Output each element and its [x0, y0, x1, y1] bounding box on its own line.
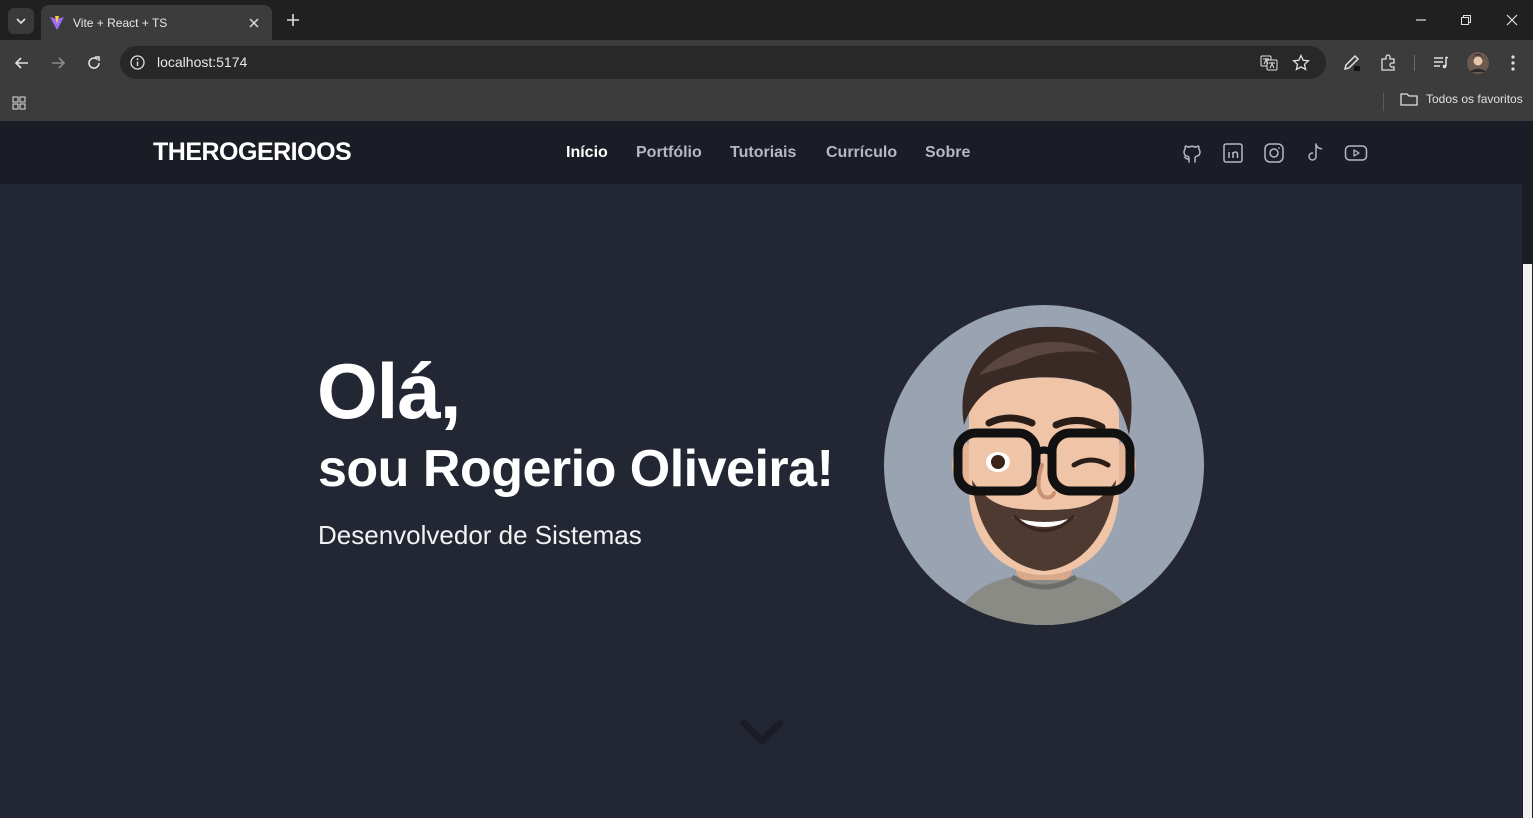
- chevron-down-icon: [16, 18, 26, 25]
- all-bookmarks-button[interactable]: Todos os favoritos: [1400, 92, 1523, 106]
- page-viewport: THEROGERIOOS Início Portfólio Tutoriais …: [0, 121, 1522, 818]
- nav-link-curriculo[interactable]: Currículo: [826, 144, 897, 162]
- tiktok-icon[interactable]: [1303, 141, 1327, 165]
- extensions-icon[interactable]: [1375, 50, 1401, 76]
- more-menu-icon[interactable]: [1500, 50, 1526, 76]
- address-bar[interactable]: localhost:5174: [120, 46, 1326, 79]
- reload-icon: [88, 56, 100, 69]
- scrollbar-thumb[interactable]: [1523, 264, 1532, 818]
- minimize-button[interactable]: [1406, 8, 1436, 32]
- profile-avatar[interactable]: [1465, 50, 1491, 76]
- browser-tab[interactable]: Vite + React + TS: [41, 5, 272, 40]
- forward-button[interactable]: [45, 50, 71, 76]
- hero-name: sou Rogerio Oliveira!: [318, 440, 834, 498]
- media-control-icon[interactable]: [1428, 50, 1454, 76]
- linkedin-icon[interactable]: [1221, 141, 1245, 165]
- edit-pen-icon[interactable]: [1339, 50, 1365, 76]
- arrow-left-icon: [14, 57, 28, 69]
- close-icon: [1506, 14, 1518, 26]
- all-bookmarks-label: Todos os favoritos: [1426, 92, 1523, 106]
- folder-icon: [1400, 93, 1418, 106]
- tab-title: Vite + React + TS: [73, 15, 168, 30]
- vite-favicon-icon: [50, 15, 64, 30]
- site-header: THEROGERIOOS Início Portfólio Tutoriais …: [0, 121, 1522, 184]
- scroll-down-chevron-icon[interactable]: [740, 719, 784, 747]
- nav-link-portfolio[interactable]: Portfólio: [636, 144, 702, 162]
- instagram-icon[interactable]: [1262, 141, 1286, 165]
- url-text[interactable]: localhost:5174: [157, 54, 247, 70]
- tab-close-icon[interactable]: [246, 15, 262, 31]
- bookmark-star-icon[interactable]: [1288, 50, 1314, 76]
- close-window-button[interactable]: [1497, 8, 1527, 32]
- restore-icon: [1461, 15, 1471, 25]
- site-info-icon[interactable]: [129, 54, 146, 71]
- bookmarks-bar: Todos os favoritos: [0, 85, 1533, 121]
- plus-icon: [287, 14, 299, 26]
- browser-toolbar: localhost:5174: [0, 40, 1533, 85]
- hero-greeting: Olá,: [317, 347, 461, 435]
- minimize-icon: [1416, 19, 1426, 21]
- reload-button[interactable]: [81, 50, 107, 76]
- bookmarks-separator: [1383, 93, 1384, 111]
- tab-search-button[interactable]: [8, 8, 34, 34]
- apps-grid-icon[interactable]: [6, 90, 32, 116]
- nav-link-sobre[interactable]: Sobre: [925, 144, 970, 162]
- browser-tab-strip: Vite + React + TS: [0, 0, 1533, 40]
- arrow-right-icon: [52, 57, 66, 69]
- youtube-icon[interactable]: [1344, 141, 1368, 165]
- translate-icon[interactable]: [1256, 50, 1282, 76]
- site-logo[interactable]: THEROGERIOOS: [153, 138, 352, 167]
- restore-button[interactable]: [1451, 8, 1481, 32]
- page-scrollbar[interactable]: [1522, 121, 1533, 818]
- hero-role: Desenvolvedor de Sistemas: [318, 520, 642, 550]
- avatar: [884, 305, 1204, 625]
- back-button[interactable]: [9, 50, 35, 76]
- nav-link-tutoriais[interactable]: Tutoriais: [730, 144, 796, 162]
- github-icon[interactable]: [1180, 141, 1204, 165]
- toolbar-separator: [1414, 55, 1415, 71]
- nav-link-inicio[interactable]: Início: [566, 144, 608, 162]
- new-tab-button[interactable]: [283, 10, 303, 30]
